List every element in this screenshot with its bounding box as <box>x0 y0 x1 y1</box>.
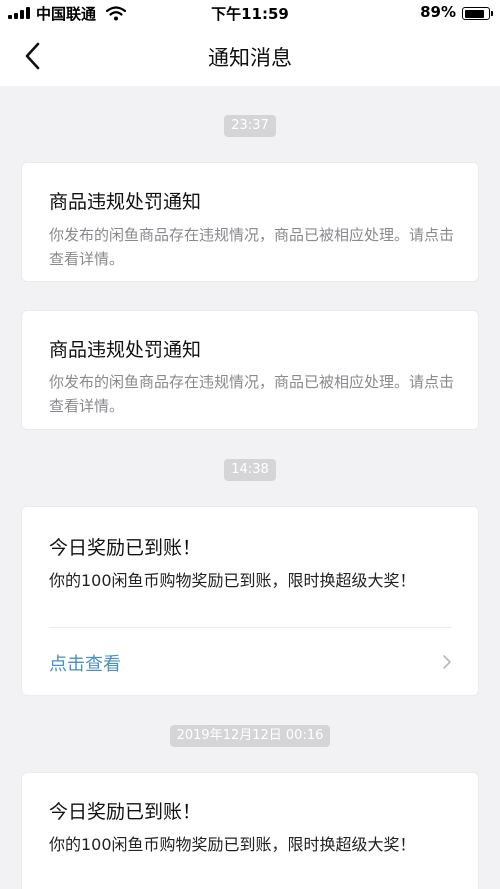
timestamp: 2019年12月12日 00:16 <box>169 725 331 747</box>
battery-percent: 89% <box>420 3 456 21</box>
card-title: 今日奖励已到账！ <box>49 537 202 559</box>
card-body: 你的100闲鱼币购物奖励已到账，限时换超级大奖！ <box>49 571 416 590</box>
card-title: 商品违规处罚通知 <box>49 339 202 361</box>
timestamp-row: 23:37 <box>0 114 500 137</box>
chevron-right-icon <box>443 655 451 669</box>
timestamp-row: 2019年12月12日 00:16 <box>0 724 500 747</box>
timestamp: 14:38 <box>224 459 276 481</box>
card-title: 商品违规处罚通知 <box>49 191 202 213</box>
timestamp: 23:37 <box>224 115 276 137</box>
card-body: 你发布的闲鱼商品存在违规情况，商品已被相应处理。请点击查看详情。 <box>49 373 455 415</box>
notification-card[interactable]: 商品违规处罚通知 你发布的闲鱼商品存在违规情况，商品已被相应处理。请点击查看详情… <box>21 310 479 430</box>
page-title: 通知消息 <box>208 46 292 70</box>
card-divider <box>49 627 452 628</box>
notification-card[interactable]: 商品违规处罚通知 你发布的闲鱼商品存在违规情况，商品已被相应处理。请点击查看详情… <box>21 162 479 282</box>
card-body: 你发布的闲鱼商品存在违规情况，商品已被相应处理。请点击查看详情。 <box>49 226 455 268</box>
card-body: 你的100闲鱼币购物奖励已到账，限时换超级大奖！ <box>49 835 416 854</box>
reward-card[interactable]: 今日奖励已到账！ 你的100闲鱼币购物奖励已到账，限时换超级大奖！ 点击查看 <box>21 506 479 696</box>
timestamp-row: 14:38 <box>0 458 500 481</box>
view-details-link[interactable]: 点击查看 <box>49 650 121 676</box>
battery-icon <box>462 7 493 20</box>
nav-bar: 通知消息 <box>0 26 500 86</box>
battery-level <box>464 9 485 18</box>
card-title: 今日奖励已到账！ <box>49 801 202 823</box>
reward-card[interactable]: 今日奖励已到账！ 你的100闲鱼币购物奖励已到账，限时换超级大奖！ <box>21 772 479 889</box>
status-bar: 中国联通 下午11:59 89% <box>0 0 500 26</box>
